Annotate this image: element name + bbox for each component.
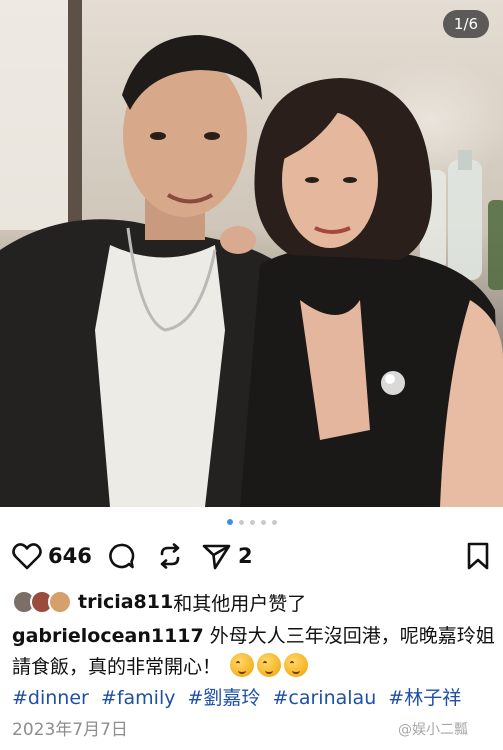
comment-icon [109, 543, 135, 569]
share-button[interactable]: 2 [202, 542, 253, 570]
comment-button[interactable] [107, 542, 135, 570]
photo-illustration [0, 0, 503, 507]
heart-icon [12, 543, 42, 570]
watermark: @娱小二瓢 [398, 722, 468, 738]
send-icon [202, 544, 231, 570]
post-caption: gabrielocean1117 外母大人三年沒回港，呢晚嘉玲姐請食飯，真的非常… [12, 621, 497, 683]
repost-icon [160, 543, 180, 569]
partying-face-emoji [230, 653, 255, 677]
hashtag-list: #dinner #family #劉嘉玲 #carinalau #林子祥 [12, 683, 467, 710]
avatar [48, 590, 72, 614]
carousel-indicator [0, 519, 503, 525]
carousel-dot[interactable] [238, 520, 244, 525]
post-photo[interactable]: 1/6 [0, 0, 503, 507]
save-button[interactable] [466, 542, 490, 570]
repost-button[interactable] [156, 542, 184, 570]
carousel-dot-active[interactable] [226, 519, 233, 525]
partying-face-emoji [257, 653, 282, 677]
hashtag-link[interactable]: #林子祥 [388, 687, 461, 709]
carousel-dot[interactable] [249, 520, 255, 525]
carousel-dot[interactable] [260, 520, 266, 525]
post-date: 2023年7月7日 [12, 720, 128, 740]
liked-by-line[interactable]: tricia811 和其他用户赞了 [12, 588, 306, 616]
caption-author[interactable]: gabrielocean1117 [12, 625, 204, 647]
share-count: 2 [238, 544, 253, 568]
hashtag-link[interactable]: #劉嘉玲 [188, 687, 261, 709]
post-action-bar: 646 2 [0, 536, 503, 576]
image-counter-badge: 1/6 [443, 10, 489, 38]
liker-avatars[interactable] [12, 590, 72, 614]
like-count: 646 [48, 544, 92, 568]
liker-username[interactable]: tricia811 [78, 591, 173, 613]
bookmark-icon [467, 542, 489, 570]
hashtag-link[interactable]: #carinalau [272, 687, 376, 709]
carousel-dot[interactable] [271, 520, 277, 525]
hashtag-link[interactable]: #family [101, 687, 176, 709]
like-button[interactable]: 646 [12, 542, 92, 570]
liked-by-suffix: 和其他用户赞了 [173, 592, 307, 615]
hashtag-link[interactable]: #dinner [12, 687, 89, 709]
partying-face-emoji [284, 653, 309, 677]
